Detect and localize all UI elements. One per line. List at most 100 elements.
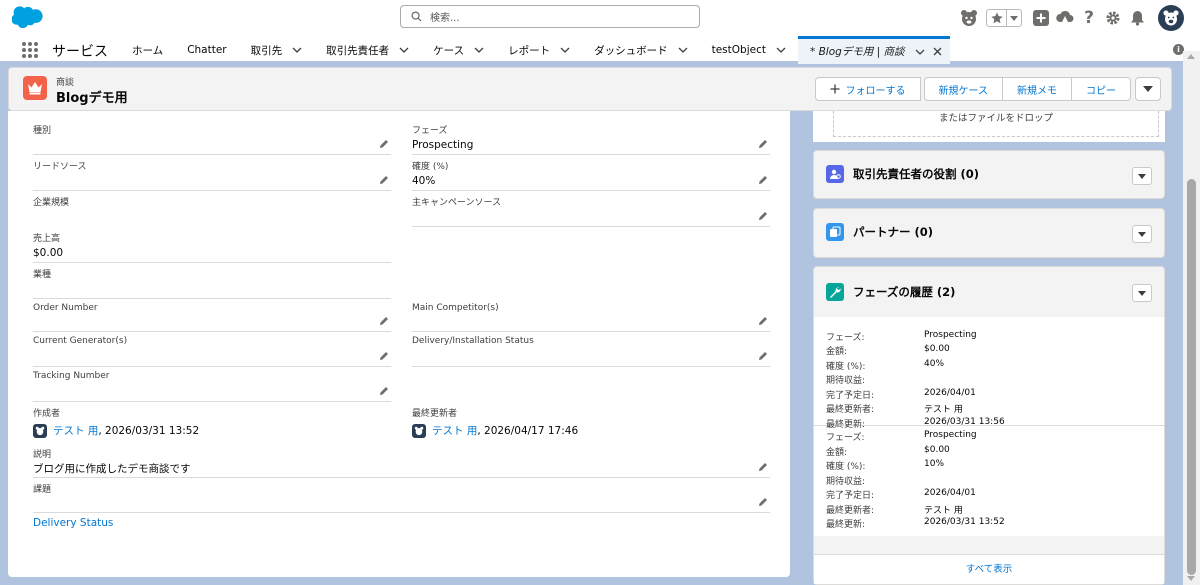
- help-icon[interactable]: ?: [1080, 8, 1098, 28]
- nav-item-dashboards[interactable]: ダッシュボード: [582, 36, 700, 64]
- list-item: フェーズ: Prospecting 金額: $0.00 確度 (%): 10% …: [814, 426, 1164, 536]
- copy-button[interactable]: コピー: [1071, 77, 1131, 101]
- chevron-down-icon: [1143, 86, 1153, 92]
- user-avatar-icon: [412, 423, 426, 438]
- history-value: $0.00: [924, 344, 950, 354]
- notifications-bell-icon[interactable]: [1128, 9, 1146, 27]
- field-label: Main Competitor(s): [412, 303, 499, 313]
- pencil-edit-icon[interactable]: [379, 316, 389, 326]
- history-label: 金額:: [826, 347, 848, 357]
- chevron-down-icon[interactable]: [474, 47, 484, 53]
- nav-item-contacts[interactable]: 取引先責任者: [314, 36, 421, 64]
- follow-button-label: フォローする: [845, 85, 906, 97]
- chevron-down-icon: [1138, 290, 1146, 296]
- field-label: 作成者: [33, 409, 61, 419]
- chevron-down-icon[interactable]: [915, 49, 925, 55]
- star-favorite-icon[interactable]: [987, 10, 1007, 26]
- pencil-edit-icon[interactable]: [758, 175, 768, 185]
- nav-item-home[interactable]: ホーム: [120, 36, 175, 64]
- nav-item-accounts[interactable]: 取引先: [239, 36, 315, 64]
- history-value: 2026/04/01: [924, 388, 976, 398]
- nav-item-testobject[interactable]: testObject: [700, 36, 798, 64]
- drop-text: またはファイルをドロップ: [938, 113, 1053, 124]
- file-drop-area: またはファイルをドロップ: [813, 111, 1165, 142]
- phase-history-title[interactable]: フェーズの履歴 (2): [853, 284, 955, 300]
- scroll-up-arrow-icon[interactable]: [1187, 54, 1195, 59]
- active-tab-label: * Blogデモ用 | 商談: [809, 46, 905, 58]
- scroll-down-arrow-icon[interactable]: [1187, 576, 1195, 581]
- field-label: 業種: [33, 270, 52, 280]
- nav-item-reports[interactable]: レポート: [496, 36, 582, 64]
- history-user-link[interactable]: テスト 用: [924, 402, 963, 415]
- app-launcher-icon[interactable]: [22, 42, 38, 58]
- close-icon[interactable]: [933, 47, 942, 56]
- add-icon[interactable]: [1032, 9, 1050, 27]
- delivery-status-section-link[interactable]: Delivery Status: [33, 517, 113, 529]
- new-note-button[interactable]: 新規メモ: [1002, 77, 1072, 101]
- favorites-group: [986, 9, 1022, 27]
- chevron-down-icon[interactable]: [678, 47, 688, 53]
- field-value: 40%: [412, 175, 436, 187]
- field-created-by: 作成者 テスト 用 , 2026/03/31 13:52: [33, 402, 391, 446]
- history-label: フェーズ:: [826, 433, 865, 443]
- tab-opportunity-record[interactable]: * Blogデモ用 | 商談: [797, 36, 950, 64]
- contact-roles-title[interactable]: 取引先責任者の役割 (0): [853, 166, 979, 182]
- pencil-edit-icon[interactable]: [379, 386, 389, 396]
- chevron-down-icon[interactable]: [776, 47, 786, 53]
- record-title: Blogデモ用: [56, 91, 128, 106]
- history-label: 完了予定日:: [826, 491, 875, 501]
- field-last-modified-by: 最終更新者 テスト 用 , 2026/04/17 17:46: [412, 402, 770, 446]
- page-scrollbar[interactable]: [1183, 51, 1200, 585]
- wrench-icon: [826, 283, 844, 301]
- field-current-generators: Current Generator(s): [33, 332, 391, 367]
- history-label: 最終更新者:: [826, 405, 875, 415]
- chevron-down-icon: [1138, 231, 1146, 237]
- pencil-edit-icon[interactable]: [758, 351, 768, 361]
- field-label: Current Generator(s): [33, 336, 128, 346]
- chevron-down-icon[interactable]: [560, 47, 570, 53]
- card-menu-button[interactable]: [1132, 284, 1152, 302]
- view-all-link[interactable]: すべて表示: [814, 554, 1164, 584]
- nav-item-label: レポート: [508, 44, 551, 57]
- bear-mascot-icon[interactable]: [960, 9, 978, 27]
- favorites-dropdown-icon[interactable]: [1007, 10, 1021, 26]
- partners-icon: [826, 223, 844, 241]
- pencil-edit-icon[interactable]: [758, 316, 768, 326]
- global-search-input[interactable]: 検索...: [400, 5, 700, 28]
- pencil-edit-icon[interactable]: [758, 497, 768, 507]
- trailhead-cloud-icon[interactable]: [1056, 9, 1074, 27]
- salesforce-logo-icon[interactable]: [11, 6, 44, 29]
- nav-item-chatter[interactable]: Chatter: [175, 36, 238, 64]
- modified-by-user-link[interactable]: テスト 用: [432, 423, 477, 438]
- new-case-button[interactable]: 新規ケース: [923, 77, 1003, 101]
- scrollbar-thumb[interactable]: [1187, 179, 1196, 575]
- field-label: 確度 (%): [412, 162, 449, 172]
- field-value: ブログ用に作成したデモ商談です: [33, 463, 191, 475]
- chevron-down-icon[interactable]: [399, 47, 409, 53]
- pencil-edit-icon[interactable]: [758, 139, 768, 149]
- history-label: 完了予定日:: [826, 391, 875, 401]
- history-label: フェーズ:: [826, 333, 865, 343]
- pencil-edit-icon[interactable]: [758, 462, 768, 472]
- pencil-edit-icon[interactable]: [758, 211, 768, 221]
- pencil-edit-icon[interactable]: [379, 139, 389, 149]
- nav-item-cases[interactable]: ケース: [421, 36, 496, 64]
- nav-item-label: testObject: [711, 44, 766, 56]
- partners-title[interactable]: パートナー (0): [853, 224, 933, 240]
- card-menu-button[interactable]: [1132, 167, 1152, 185]
- created-by-user-link[interactable]: テスト 用: [53, 423, 98, 438]
- file-drop-zone[interactable]: またはファイルをドロップ: [833, 111, 1159, 137]
- follow-button[interactable]: フォローする: [814, 77, 921, 101]
- history-user-link[interactable]: テスト 用: [924, 503, 963, 516]
- pencil-edit-icon[interactable]: [379, 351, 389, 361]
- card-menu-button[interactable]: [1132, 225, 1152, 243]
- more-actions-button[interactable]: [1135, 77, 1161, 101]
- field-delivery-installation-status: Delivery/Installation Status: [412, 332, 770, 367]
- user-avatar-icon[interactable]: [1158, 5, 1184, 31]
- contact-roles-card: 取引先責任者の役割 (0): [813, 150, 1165, 199]
- field-label: 種別: [33, 126, 52, 136]
- chevron-down-icon[interactable]: [292, 47, 302, 53]
- pencil-edit-icon[interactable]: [379, 175, 389, 185]
- field-primary-campaign: 主キャンペーンソース: [412, 191, 770, 227]
- setup-gear-icon[interactable]: [1104, 9, 1122, 27]
